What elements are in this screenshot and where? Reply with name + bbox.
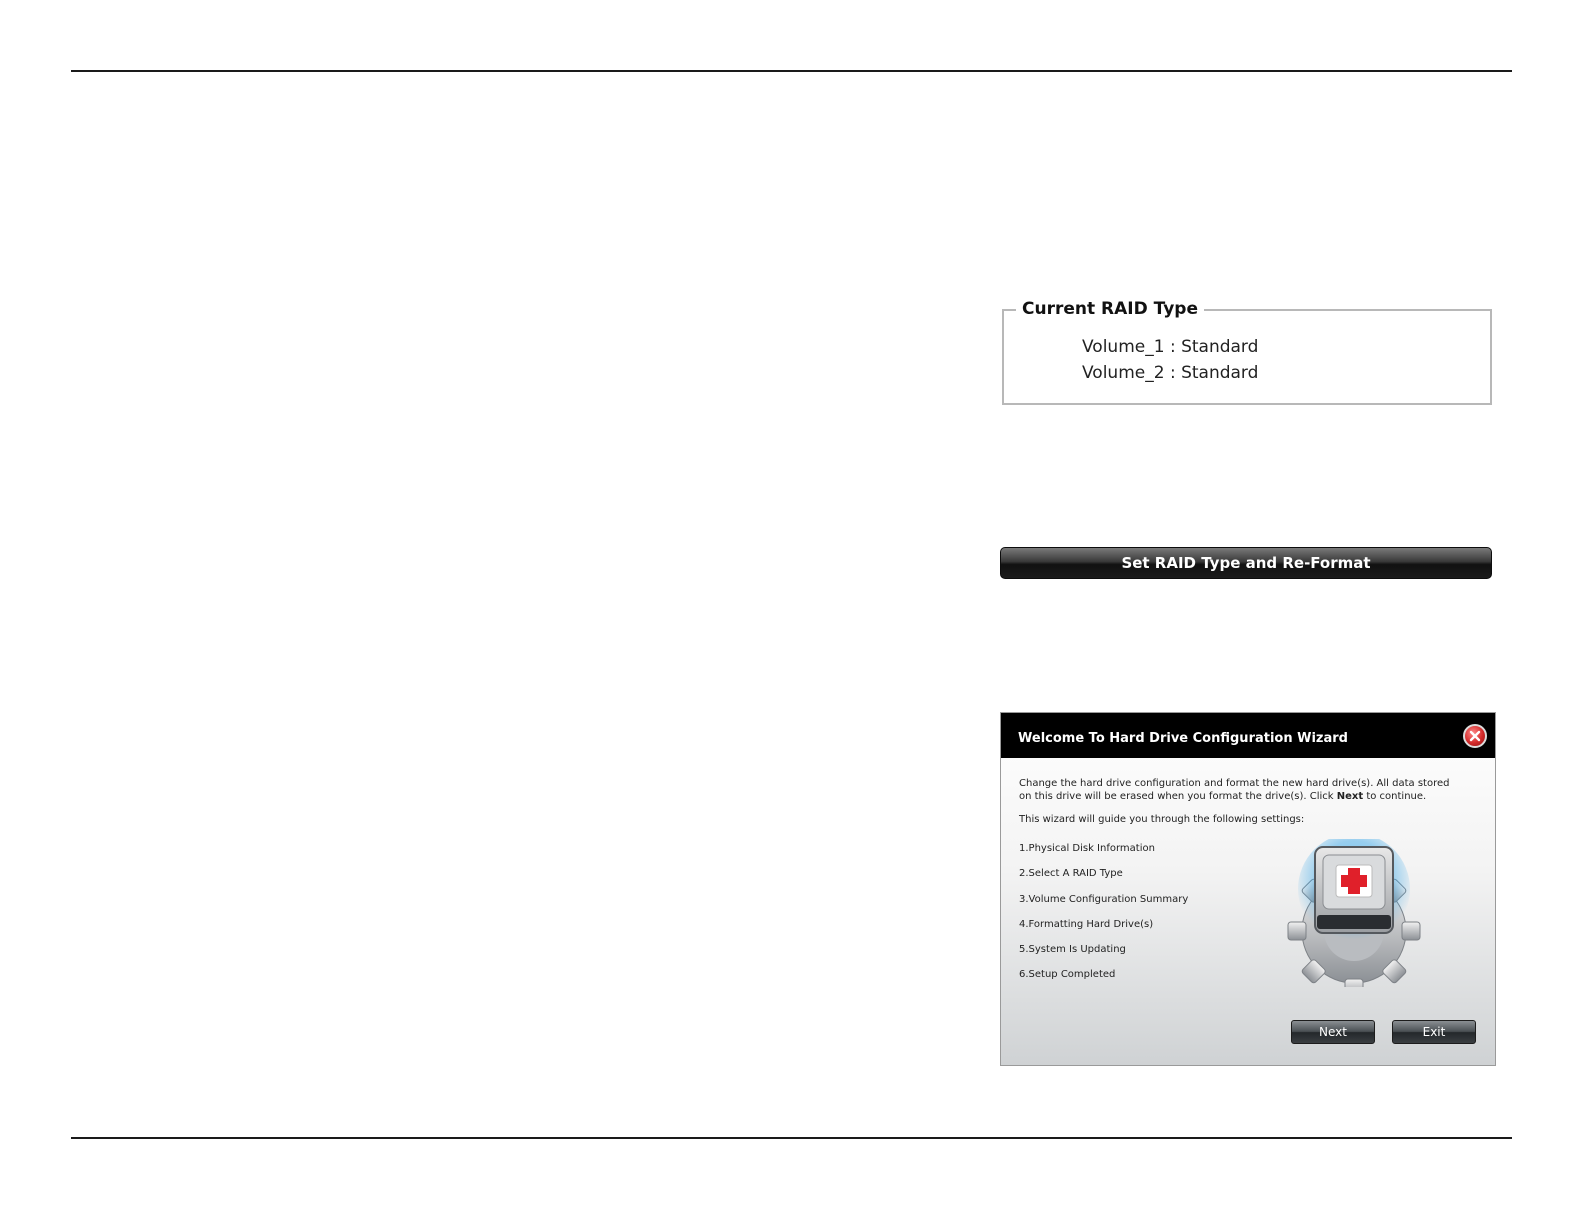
wizard-title: Welcome To Hard Drive Configuration Wiza… [1018, 731, 1348, 746]
intro-next-emphasis: Next [1336, 791, 1364, 802]
wizard-step: 2.Select A RAID Type [1019, 868, 1123, 880]
raid-volume-1: Volume_1 : Standard [1082, 337, 1259, 357]
raid-panel-legend: Current RAID Type [1016, 299, 1204, 319]
wizard-step: 1.Physical Disk Information [1019, 843, 1155, 854]
wizard-step: 5.System Is Updating [1019, 944, 1126, 956]
wizard-steps-list: 1.Physical Disk Information 2.Select A R… [1019, 842, 1188, 994]
wizard-step: 4.Formatting Hard Drive(s) [1019, 918, 1154, 930]
set-raid-type-button[interactable]: Set RAID Type and Re-Format [1000, 547, 1492, 579]
bottom-divider [71, 1137, 1512, 1139]
top-divider [71, 70, 1512, 72]
wizard-step: 6.Setup Completed [1019, 969, 1116, 981]
exit-button[interactable]: Exit [1392, 1020, 1476, 1044]
wizard-guide-text: This wizard will guide you through the f… [1019, 814, 1305, 825]
raid-volume-2: Volume_2 : Standard [1082, 363, 1259, 383]
wizard-intro-text: Change the hard drive configuration and … [1019, 778, 1450, 802]
wizard-header: Welcome To Hard Drive Configuration Wiza… [1001, 713, 1495, 758]
hard-drive-gear-icon [1287, 839, 1421, 987]
current-raid-type-panel: Current RAID Type Volume_1 : Standard Vo… [1002, 299, 1492, 405]
hard-drive-wizard-dialog: Welcome To Hard Drive Configuration Wiza… [1000, 712, 1496, 1066]
close-icon[interactable] [1463, 724, 1487, 748]
wizard-step: 3.Volume Configuration Summary [1019, 893, 1189, 905]
next-button[interactable]: Next [1291, 1020, 1375, 1044]
